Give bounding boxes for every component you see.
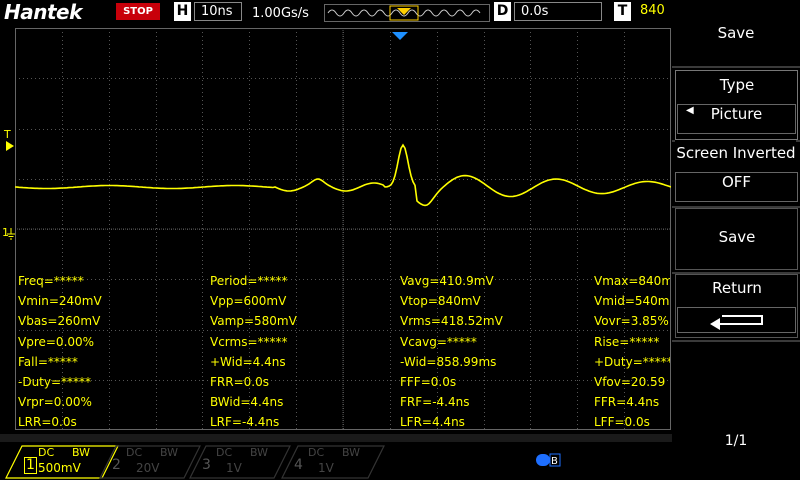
channel-number: 2 [112,457,121,473]
svg-text:B: B [551,456,558,467]
measurement-value: LRR=0.0s [18,415,77,430]
channel-bw-limit: BW [72,446,91,459]
measurement-value: Vcavg=***** [400,334,477,349]
measurement-value: LFF=0.0s [594,415,650,430]
channel-scale: 1V [318,461,334,475]
channel-coupling: DC [308,446,325,459]
delay-value[interactable]: 0.0s [514,2,602,21]
sample-rate: 1.00Gs/s [252,6,309,21]
menu-title: Save [717,24,755,42]
measurement-value: Rise=***** [594,334,660,349]
measurement-value: Vovr=3.85% [594,314,669,329]
measurement-value: Vpre=0.00% [18,334,95,349]
channel-1-tab[interactable]: 1 DC BW 500mV [24,444,114,478]
measurement-value: Vpp=600mV [210,294,287,309]
left-arrow-icon: ◀ [686,105,694,116]
measurement-value: FFR=4.4ns [594,395,660,410]
memory-depth-icon [324,4,490,22]
channel-coupling: DC [126,446,143,459]
trigger-position-marker[interactable] [392,32,408,40]
run-stop-indicator[interactable]: STOP [116,3,160,20]
type-label: Type [719,76,755,94]
measurement-value: Vmid=540m [594,294,670,309]
timebase-value[interactable]: 10ns [194,2,242,21]
measurement-value: +Duty=***** [594,354,670,369]
return-button[interactable]: Return [675,274,798,338]
screen-inverted-value[interactable]: OFF [675,172,798,202]
channel-3-tab[interactable]: 3 DC BW 1V [202,444,292,478]
trigger-level-value[interactable]: 840 [634,2,670,19]
save-button-label: Save [718,228,756,246]
return-label: Return [712,279,762,297]
measurement-value: Period=***** [210,274,288,288]
trigger-label: T [614,2,631,21]
measurement-value: -Duty=***** [18,375,92,389]
channel-scale: 500mV [38,461,81,475]
measurement-value: Vmin=240mV [18,294,102,309]
bottom-divider [0,434,672,442]
measurement-value: +Wid=4.4ns [210,354,286,369]
channel-2-tab[interactable]: 2 DC BW 20V [112,444,202,478]
measurement-value: Vfov=20.59 [594,375,666,389]
save-button[interactable]: Save [675,208,798,270]
channel-bw-limit: BW [160,446,179,459]
channel-coupling: DC [38,446,55,459]
measurement-value: FRF=-4.4ns [400,395,470,410]
brand-logo: Hantek [4,0,82,24]
channel-number: 4 [294,457,303,473]
measurement-value: Vrms=418.52mV [400,314,503,329]
channel-scale: 20V [136,461,160,475]
screen-inverted-label: Screen Inverted [676,144,796,162]
screen-inverted-button[interactable]: Screen Inverted OFF [675,140,798,204]
trigger-arrow-icon [6,141,14,151]
measurement-value: Vcrms=***** [210,334,288,349]
channel-scale: 1V [226,461,242,475]
measurement-value: Vamp=580mV [210,314,297,329]
top-status-bar: Hantek STOP H 10ns 1.00Gs/s D 0.0s T 840 [0,0,672,26]
ground-icon [7,228,15,240]
measurement-value: Vbas=260mV [18,314,101,329]
timebase-label: H [174,2,191,21]
return-icon-box [677,307,796,333]
menu-divider [672,66,800,68]
trigger-level-marker[interactable]: T [4,128,11,141]
save-menu: Save Type ◀ Picture Screen Inverted OFF … [672,0,800,480]
menu-divider [672,340,800,342]
channel-bw-limit: BW [342,446,361,459]
measurement-value: LFR=4.4ns [400,415,465,430]
channel-number: 1 [24,457,37,474]
channel-coupling: DC [216,446,233,459]
return-arrow-icon [710,315,763,330]
measurement-value: Vmax=840m [594,274,670,288]
channel-bw-limit: BW [250,446,269,459]
delay-label: D [494,2,511,21]
menu-page-indicator: 1/1 [724,433,748,449]
bluetooth-icon: B [536,453,561,467]
channel-status-bar: 1 DC BW 500mV 2 DC BW 20V 3 DC BW 1V 4 DC BW 1V B [0,432,672,480]
measurement-value: Freq=***** [18,274,84,288]
measurement-value: FRR=0.0s [210,375,269,389]
measurement-value: Fall=***** [18,354,78,369]
measurement-value: BWid=4.4ns [210,395,284,410]
measurement-value: LRF=-4.4ns [210,415,280,430]
measurement-value: Vtop=840mV [400,294,481,309]
type-value[interactable]: ◀ Picture [677,104,796,134]
type-value-text: Picture [710,105,763,123]
type-menu-button[interactable]: Type ◀ Picture [675,70,798,140]
measurement-value: Vrpr=0.00% [18,395,92,410]
measurement-value: FFF=0.0s [400,375,457,389]
measurement-value: -Wid=858.99ms [400,354,497,369]
waveform-display[interactable] [15,28,671,430]
channel-4-tab[interactable]: 4 DC BW 1V [294,444,384,478]
measurement-value: Vavg=410.9mV [400,274,494,288]
graticule [15,28,671,430]
channel-number: 3 [202,457,211,473]
